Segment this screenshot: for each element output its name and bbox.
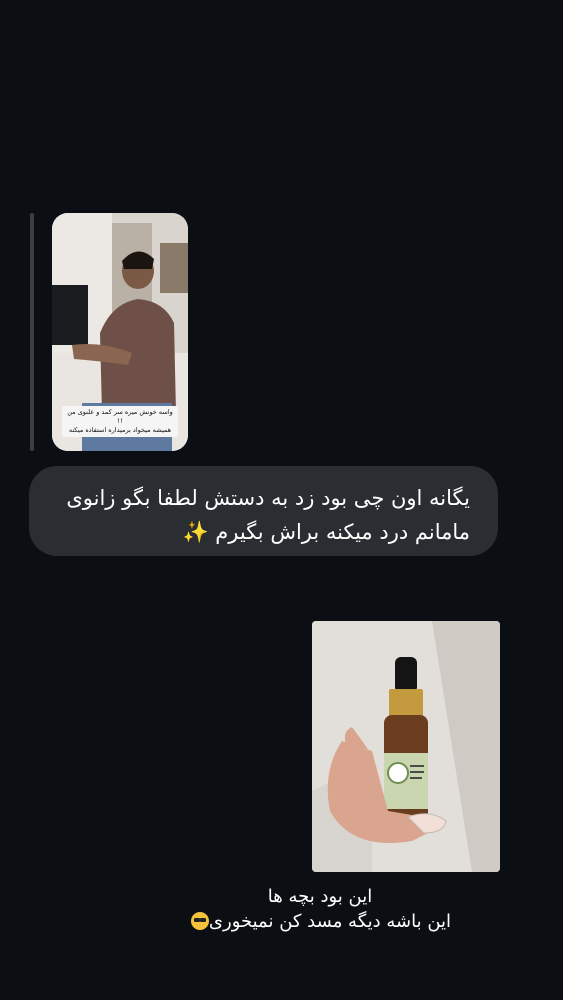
story-caption: واسه خونش میره سر کمد و علنوی من !! همیش…: [62, 406, 178, 437]
photo-image: [312, 621, 500, 872]
message-line: یگانه اون چی بود زد به دستش لطفا بگو زان…: [66, 486, 470, 510]
caption-line: این بود بچه ها: [267, 886, 373, 907]
story-reply-thumbnail[interactable]: واسه خونش میره سر کمد و علنوی من !! همیش…: [52, 213, 188, 451]
message-line: مامانم درد میکنه براش بگیرم ✨: [182, 520, 470, 544]
product-photo[interactable]: [312, 621, 500, 872]
reply-indicator-bar: [30, 213, 34, 451]
message-bubble[interactable]: یگانه اون چی بود زد به دستش لطفا بگو زان…: [29, 466, 498, 556]
sunglasses-emoji-icon: [190, 912, 209, 930]
photo-caption: این بود بچه ها این باشه دیگه مسد کن نمیخ…: [160, 884, 480, 934]
sparkles-icon: ✨: [182, 520, 209, 544]
caption-line: این باشه دیگه مسد کن نمیخوری: [160, 909, 480, 934]
story-caption-line: واسه خونش میره سر کمد و علنوی من !!: [67, 408, 173, 425]
story-caption-line: همیشه میخواد برمیداره استفاده میکنه: [68, 426, 172, 434]
